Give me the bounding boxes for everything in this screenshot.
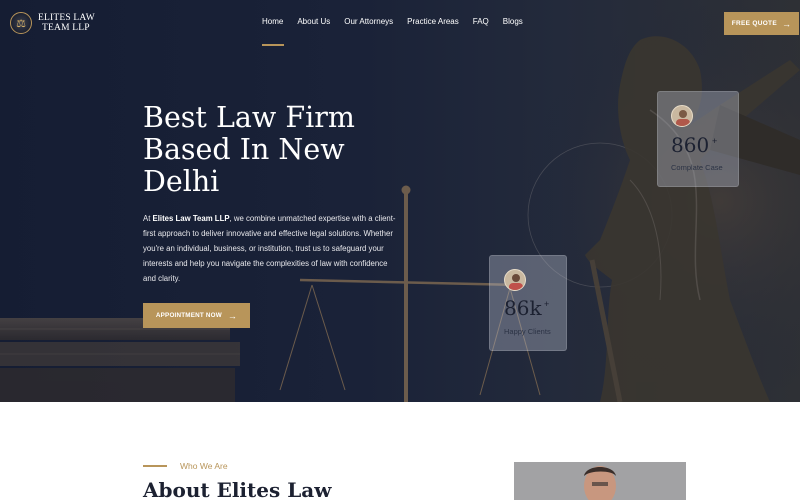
nav-our-attorneys[interactable]: Our Attorneys [344,17,393,26]
stat-value: 860 [671,133,710,157]
appointment-now-button[interactable]: APPOINTMENT NOW → [143,303,250,328]
hero-title: Best Law Firm Based In New Delhi [143,102,403,198]
arrow-right-icon: → [781,18,792,29]
avatar [671,105,693,127]
stat-card-clients: 86k + Happy Clients [489,255,567,351]
hero-title-line3: Delhi [143,165,220,198]
appointment-now-label: APPOINTMENT NOW [155,312,222,319]
stat-value: 86k [504,296,542,320]
brand-name-line1: ELITES LAW [38,12,95,23]
main-nav: Home About Us Our Attorneys Practice Are… [262,17,523,46]
nav-home[interactable]: Home [262,17,285,46]
brand-name: ELITES LAW TEAM LLP [38,13,95,34]
section-eyebrow: Who We Are [180,461,228,471]
brand-logo[interactable]: ⚖ ELITES LAW TEAM LLP [10,12,95,34]
avatar [504,269,526,291]
free-quote-label: FREE QUOTE [731,20,777,27]
nav-faq[interactable]: FAQ [473,17,489,26]
hero-title-line1: Best Law Firm [143,101,355,134]
hero-section: ⚖ ELITES LAW TEAM LLP Home About Us Our … [0,0,800,402]
hero-description: At Elites Law Team LLP, we combine unmat… [143,211,401,286]
eyebrow-divider [143,465,167,467]
stat-suffix: + [712,136,718,146]
stat-card-cases: 860 + Complate Case [657,91,739,187]
hero-desc-body: , we combine unmatched expertise with a … [143,214,396,283]
stat-label: Happy Clients [504,327,551,336]
attorney-photo [514,462,686,500]
about-title: About Elites Law [143,478,332,500]
stat-label: Complate Case [671,163,723,172]
books-illustration [0,318,240,402]
hero-desc-intro: At [143,214,153,223]
nav-blogs[interactable]: Blogs [503,17,523,26]
stat-suffix: + [544,299,550,309]
arrow-right-icon: → [227,310,238,321]
hero-background-illustration [0,0,800,402]
hero-desc-firm-name: Elites Law Team LLP [152,214,230,223]
hero-title-line2: Based In New [143,133,345,166]
free-quote-button[interactable]: FREE QUOTE → [724,12,799,35]
scales-emblem-icon: ⚖ [10,12,32,34]
brand-name-line2: TEAM LLP [42,23,90,33]
nav-about-us[interactable]: About Us [297,17,330,26]
nav-practice-areas[interactable]: Practice Areas [407,17,459,26]
